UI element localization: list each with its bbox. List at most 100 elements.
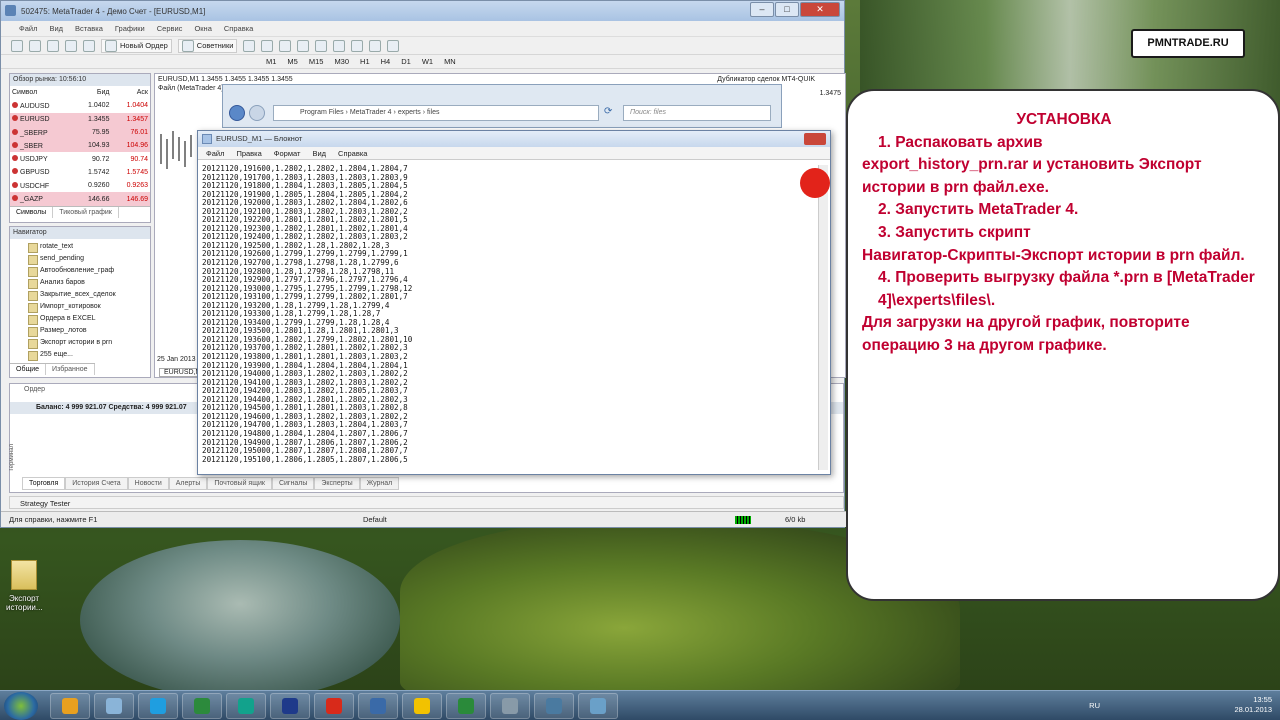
terminal-tab[interactable]: Торговля [22, 477, 66, 490]
table-row[interactable]: AUDUSD 1.0402 1.0404 [10, 99, 150, 112]
profiles-icon[interactable] [29, 39, 41, 52]
navigator-item[interactable]: Автообновление_граф [28, 265, 150, 277]
path-segment[interactable]: Program Files [300, 109, 344, 116]
taskbar-app-button[interactable] [358, 692, 398, 719]
new-order-button[interactable]: Новый Ордер [101, 38, 172, 53]
notepad-menu-item[interactable]: Формат [274, 147, 301, 159]
menu-item[interactable]: Вид [49, 24, 63, 33]
window-titlebar[interactable]: 502475: MetaTrader 4 - Демо Счет - [EURU… [1, 1, 844, 21]
line-chart-icon[interactable] [279, 39, 292, 52]
taskbar-app-button[interactable] [490, 692, 530, 719]
timeframe-button[interactable]: W1 [422, 57, 433, 66]
back-button[interactable] [229, 105, 245, 121]
notepad-menu-item[interactable]: Файл [206, 147, 224, 159]
taskbar-app-button[interactable] [182, 692, 222, 719]
candle-chart-icon[interactable] [261, 39, 274, 52]
new-chart-icon[interactable] [11, 39, 23, 52]
navigator-item[interactable]: rotate_text [28, 241, 150, 253]
taskbar-app-button[interactable] [534, 692, 574, 719]
market-watch-tab[interactable]: Тиковый график [53, 206, 119, 218]
timeframe-button[interactable]: M5 [287, 57, 297, 66]
notepad-menu-item[interactable]: Правка [236, 147, 261, 159]
table-row[interactable]: _SBER 104.93 104.96 [10, 139, 150, 153]
path-segment[interactable]: experts [398, 109, 421, 116]
taskbar-app-button[interactable] [50, 692, 90, 719]
terminal-tab[interactable]: Алерты [168, 477, 208, 490]
notepad-text-area[interactable]: 20121120,191600,1.2802,1.2802,1.2804,1.2… [202, 165, 816, 470]
timeframe-button[interactable]: H1 [360, 57, 370, 66]
desktop-file-icon[interactable]: Экспорт истории... [6, 560, 43, 612]
timeframe-button[interactable]: M15 [309, 57, 324, 66]
taskbar-app-button[interactable] [226, 692, 266, 719]
terminal-tab[interactable]: Сигналы [271, 477, 315, 490]
terminal-tab[interactable]: История Счета [65, 477, 128, 490]
timeframe-button[interactable]: M30 [334, 57, 349, 66]
maximize-button[interactable]: □ [775, 2, 799, 17]
terminal-tab[interactable]: Новости [127, 477, 169, 490]
timeframe-button[interactable]: MN [444, 57, 456, 66]
address-bar[interactable]: Program Files › MetaTrader 4 › experts ›… [273, 105, 599, 121]
path-segment[interactable]: MetaTrader 4 [350, 109, 392, 116]
navigator-item[interactable]: send_pending [28, 253, 150, 265]
strategy-tester-bar[interactable]: Strategy Tester [9, 496, 844, 509]
taskbar-app-button[interactable] [578, 692, 618, 719]
menu-item[interactable]: Графики [115, 24, 145, 33]
market-watch-icon[interactable] [47, 39, 59, 52]
navigator-item[interactable]: Ордера в EXCEL [28, 313, 150, 325]
timeframe-button[interactable]: H4 [381, 57, 391, 66]
menu-item[interactable]: Справка [224, 24, 253, 33]
zoom-in-icon[interactable] [297, 39, 310, 52]
timeframe-button[interactable]: M1 [266, 57, 276, 66]
table-row[interactable]: EURUSD 1.3455 1.3457 [10, 112, 150, 126]
table-row[interactable]: _GAZP 146.66 146.69 [10, 192, 150, 206]
close-button[interactable]: ✕ [800, 2, 840, 17]
refresh-icon[interactable]: ⟳ [604, 106, 612, 117]
templates-icon[interactable] [387, 39, 400, 52]
market-watch-tab[interactable]: Символы [10, 206, 54, 218]
navigator-tab[interactable]: Общие [10, 364, 47, 375]
language-indicator[interactable]: RU [1089, 701, 1100, 710]
forward-button[interactable] [249, 105, 265, 121]
table-row[interactable]: _SBERP 75.95 76.01 [10, 125, 150, 140]
table-row[interactable]: USDCHF 0.9260 0.9263 [10, 179, 150, 192]
taskbar-app-button[interactable] [94, 692, 134, 719]
navigator-item[interactable]: Импорт_котировок [28, 301, 150, 313]
navigator-item[interactable]: Анализ баров [28, 277, 150, 289]
navigator-icon[interactable] [65, 39, 77, 52]
table-row[interactable]: GBPUSD 1.5742 1.5745 [10, 166, 150, 179]
taskbar-app-button[interactable] [314, 692, 354, 719]
clock[interactable]: 13:55 28.01.2013 [1234, 695, 1272, 715]
notepad-menu-item[interactable]: Справка [338, 147, 367, 159]
table-row[interactable]: USDJPY 90.72 90.74 [10, 152, 150, 165]
zoom-out-icon[interactable] [315, 39, 328, 52]
notepad-titlebar[interactable]: EURUSD_M1 — Блокнот [198, 131, 830, 147]
navigator-tab[interactable]: Избранное [46, 364, 95, 375]
taskbar-app-button[interactable] [446, 692, 486, 719]
navigator-item[interactable]: Экспорт истории в prn [28, 337, 150, 349]
menu-item[interactable]: Вставка [75, 24, 103, 33]
autoscroll-icon[interactable] [333, 39, 346, 52]
advisors-button[interactable]: Советники [177, 38, 238, 53]
navigator-item[interactable]: 255 еще... [28, 349, 150, 361]
start-button[interactable] [4, 691, 38, 720]
navigator-item[interactable]: Размер_лотов [28, 325, 150, 337]
periods-icon[interactable] [369, 39, 382, 52]
minimize-button[interactable]: – [750, 2, 774, 17]
terminal-tab[interactable]: Эксперты [314, 477, 360, 490]
notepad-scrollbar[interactable] [818, 165, 828, 470]
notepad-menu-item[interactable]: Вид [312, 147, 326, 159]
menu-item[interactable]: Файл [19, 24, 37, 33]
bar-chart-icon[interactable] [243, 39, 256, 52]
notepad-close-button[interactable] [804, 133, 826, 145]
navigator-item[interactable]: Закрытие_всех_сделок [28, 289, 150, 301]
timeframe-button[interactable]: D1 [401, 57, 411, 66]
taskbar-app-button[interactable] [138, 692, 178, 719]
taskbar-app-button[interactable] [402, 692, 442, 719]
indicators-icon[interactable] [351, 39, 364, 52]
terminal-tab[interactable]: Журнал [359, 477, 400, 490]
terminal-tab[interactable]: Почтовый ящик [207, 477, 272, 490]
search-input[interactable]: Поиск: files [623, 105, 771, 121]
menu-item[interactable]: Окна [194, 24, 211, 33]
menu-item[interactable]: Сервис [157, 24, 183, 33]
terminal-icon[interactable] [83, 39, 95, 52]
